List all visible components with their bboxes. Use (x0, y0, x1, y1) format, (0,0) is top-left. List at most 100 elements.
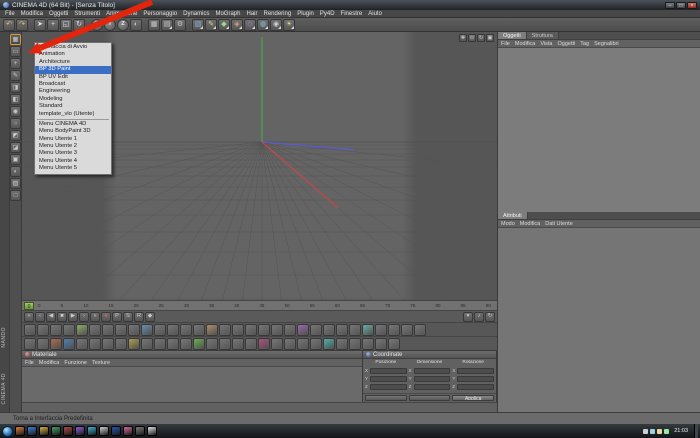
taskbar-app-icon-5[interactable] (63, 426, 73, 436)
palette-icon[interactable] (37, 323, 49, 336)
palette-icon[interactable] (401, 323, 413, 336)
palette-icon[interactable] (310, 323, 322, 336)
object-menu-segnalibri[interactable]: Segnalibri (594, 41, 618, 47)
taskbar-clock[interactable]: 21:03 (671, 428, 688, 434)
taskbar-app-icon-1[interactable] (15, 426, 25, 436)
attribute-menu-modifica[interactable]: Modifica (520, 221, 540, 227)
timeline-ruler[interactable]: 0 0 5 10 15 20 25 30 35 40 45 50 55 60 65 70 75 80 85 90 (22, 300, 497, 310)
palette-icon[interactable] (89, 337, 101, 350)
layout-menu-item-menu-utente-3[interactable]: Menu Utente 3 (35, 150, 111, 157)
palette-icon[interactable] (388, 337, 400, 350)
close-button[interactable]: × (687, 1, 697, 9)
taskbar-app-icon-9[interactable] (111, 426, 121, 436)
taskbar-app-icon-2[interactable] (27, 426, 37, 436)
layout-menu-item-animation[interactable]: Animation (35, 51, 111, 58)
layout-menu-item-architecture[interactable]: Architecture (35, 59, 111, 66)
palette-icon[interactable] (76, 337, 88, 350)
palette-icon[interactable] (50, 337, 62, 350)
palette-icon[interactable] (219, 323, 231, 336)
palette-icon[interactable] (141, 323, 153, 336)
palette-icon[interactable] (245, 337, 257, 350)
object-menu-oggetti[interactable]: Oggetti (558, 41, 576, 47)
palette-icon[interactable] (349, 323, 361, 336)
palette-icon[interactable] (128, 323, 140, 336)
layout-menu-item-broadcast[interactable]: Broadcast (35, 81, 111, 88)
palette-icon[interactable] (141, 337, 153, 350)
palette-icon[interactable] (37, 337, 49, 350)
key-position-icon[interactable]: P (112, 311, 122, 322)
menubar-item-plugin[interactable]: Plugin (297, 11, 314, 17)
add-primitive-icon[interactable]: ▧ (192, 18, 204, 31)
goto-end-icon[interactable]: » (90, 311, 100, 322)
key-scale-icon[interactable]: S (123, 311, 133, 322)
material-menu-funzione[interactable]: Funzione (64, 360, 87, 366)
tray-icon-4[interactable] (664, 428, 670, 434)
toggle-view-icon[interactable]: ▣ (486, 34, 494, 42)
layout-menu-item-menu-cinema-4d[interactable]: Menu CINEMA 4D (35, 121, 111, 128)
layout-menu-item-menu-utente-4[interactable]: Menu Utente 4 (35, 158, 111, 165)
palette-icon[interactable] (193, 337, 205, 350)
axis-y-button[interactable]: Y (104, 18, 116, 31)
coordinate-field-posizione-y[interactable] (370, 375, 407, 382)
palette-icon[interactable] (63, 337, 75, 350)
next-key-icon[interactable]: › (79, 311, 89, 322)
palette-icon[interactable] (206, 337, 218, 350)
tray-icon-1[interactable] (643, 428, 649, 434)
palette-icon[interactable] (154, 323, 166, 336)
palette-icon[interactable] (349, 337, 361, 350)
palette-icon[interactable] (167, 323, 179, 336)
palette-icon[interactable] (115, 323, 127, 336)
menubar-item-strumenti[interactable]: Strumenti (74, 11, 100, 17)
coordinate-field-dimensione-x[interactable] (413, 367, 451, 374)
layout-menu-item-menu-utente-2[interactable]: Menu Utente 2 (35, 143, 111, 150)
record-icon[interactable]: ● (101, 311, 111, 322)
menubar-item-modifica[interactable]: Modifica (21, 11, 43, 17)
palette-icon[interactable] (89, 323, 101, 336)
taskbar-app-icon-10[interactable] (123, 426, 133, 436)
tray-icon-2[interactable] (650, 428, 656, 434)
goto-start-icon[interactable]: « (24, 311, 34, 322)
play-backwards-icon[interactable]: ◀ (46, 311, 56, 322)
attribute-menu-modo[interactable]: Modo (501, 221, 515, 227)
mirror-icon[interactable]: ◐ (10, 166, 21, 177)
layout-menu-item-menu-bodypaint-3d[interactable]: Menu BodyPaint 3D (35, 128, 111, 135)
palette-icon[interactable] (336, 337, 348, 350)
layout-menu-item-modeling[interactable]: Modeling (35, 96, 111, 103)
key-parameter-icon[interactable]: ◆ (145, 311, 155, 322)
palette-icon[interactable] (375, 323, 387, 336)
palette-icon[interactable] (193, 323, 205, 336)
palette-icon[interactable] (258, 337, 270, 350)
coordinate-field-rotazione-z[interactable] (457, 383, 495, 390)
menubar-item-mograph[interactable]: MoGraph (215, 11, 240, 17)
palette-icon[interactable] (271, 337, 283, 350)
material-panel-body[interactable] (22, 367, 362, 402)
coordinate-panel-header[interactable]: Coordinate (363, 351, 496, 359)
object-menu-modifica[interactable]: Modifica (515, 41, 535, 47)
add-light-icon[interactable]: ☀ (283, 18, 295, 31)
apply-button[interactable]: Applica (452, 395, 495, 401)
gradient-icon[interactable]: ▨ (10, 178, 21, 189)
taskbar-app-icon-7[interactable] (87, 426, 97, 436)
coord-size-dropdown[interactable] (408, 395, 451, 401)
coordinate-field-posizione-z[interactable] (370, 383, 407, 390)
live-selection-icon[interactable]: ➤ (34, 18, 46, 31)
taskbar-app-icon-12[interactable] (147, 426, 157, 436)
menubar-item-py4d[interactable]: Py4D (320, 11, 335, 17)
zoom-view-icon[interactable]: ⊙ (468, 34, 476, 42)
magnify-icon[interactable]: ○ (10, 118, 21, 129)
palette-icon[interactable] (167, 337, 179, 350)
layout-menu-item-engineering[interactable]: Engineering (35, 88, 111, 95)
mask-icon[interactable]: ◩ (10, 130, 21, 141)
layout-menu-item-bp-uv-edit[interactable]: BP UV Edit (35, 74, 111, 81)
add-deformer-icon[interactable]: ◇ (244, 18, 256, 31)
coordinate-field-dimensione-z[interactable] (413, 383, 451, 390)
tab-struttura[interactable]: Struttura (526, 32, 559, 39)
layout-menu-item-bp-3d-paint[interactable]: BP 3D Paint (35, 66, 111, 74)
redo-icon[interactable]: ↷ (16, 18, 28, 31)
palette-icon[interactable] (102, 323, 114, 336)
maximize-button[interactable]: □ (676, 1, 686, 9)
palette-icon[interactable] (388, 323, 400, 336)
palette-icon[interactable] (128, 337, 140, 350)
layout-menu-item-menu-utente-1[interactable]: Menu Utente 1 (35, 136, 111, 143)
playback-options-icon[interactable]: ▾ (463, 311, 473, 322)
